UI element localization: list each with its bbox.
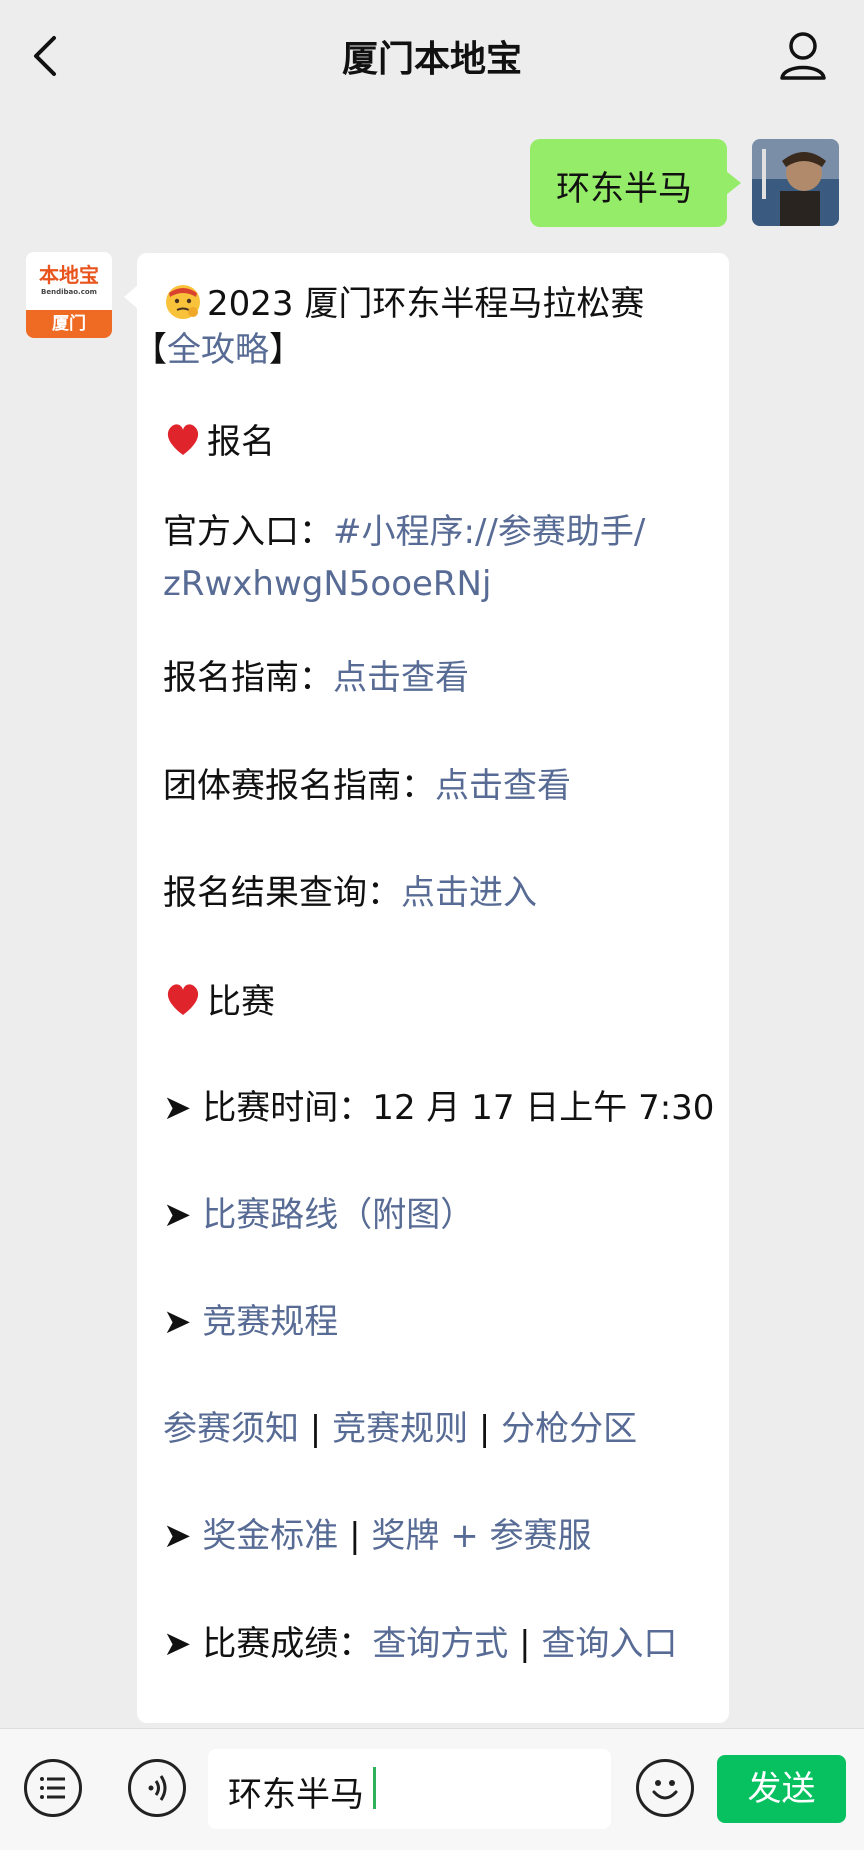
arrow-icon: ➤ bbox=[163, 1624, 192, 1664]
section-signup-title: 报名 bbox=[207, 422, 275, 462]
medal-link[interactable]: 奖牌 + 参赛服 bbox=[371, 1516, 591, 1556]
section-signup: 报名 bbox=[163, 419, 275, 463]
separator: | bbox=[338, 1516, 372, 1556]
full-guide-link[interactable]: 全攻略 bbox=[167, 330, 269, 370]
user-avatar-image bbox=[752, 139, 839, 226]
prize-line: ➤ 奖金标准 | 奖牌 + 参赛服 bbox=[163, 1515, 592, 1557]
bot-logo-text: 本地宝 bbox=[39, 263, 99, 287]
team-guide-label: 团体赛报名指南： bbox=[163, 766, 435, 806]
bot-message-bubble: 2023 厦门环东半程马拉松赛 【全攻略】 报名 官方入口：#小程序://参赛助… bbox=[137, 253, 729, 1723]
menu-list-button[interactable] bbox=[24, 1759, 82, 1817]
thinking-face-emoji-icon bbox=[166, 285, 200, 319]
guide-line: 报名指南：点击查看 bbox=[163, 657, 469, 699]
team-guide-link[interactable]: 点击查看 bbox=[435, 766, 571, 806]
message-input[interactable]: 环东半马 bbox=[208, 1749, 611, 1829]
bot-avatar[interactable]: 本地宝 Bendibao.com 厦门 bbox=[26, 252, 112, 338]
section-race: 比赛 bbox=[163, 979, 275, 1023]
rule2-link[interactable]: 竞赛规则 bbox=[332, 1409, 468, 1449]
bot-logo-city: 厦门 bbox=[26, 310, 112, 338]
prize-link[interactable]: 奖金标准 bbox=[202, 1516, 338, 1556]
arrow-icon: ➤ bbox=[163, 1195, 192, 1235]
score-line: ➤ 比赛成绩：查询方式 | 查询入口 bbox=[163, 1623, 677, 1665]
score-entry-link[interactable]: 查询入口 bbox=[541, 1624, 677, 1664]
heading-text: 2023 厦门环东半程马拉松赛 bbox=[207, 284, 645, 324]
entry-line-2: zRwxhwgN5ooeRNj bbox=[163, 563, 491, 605]
entry-link-part1[interactable]: #小程序://参赛助手/ bbox=[333, 512, 645, 552]
message-heading: 2023 厦门环东半程马拉松赛 bbox=[163, 281, 644, 325]
emoji-button[interactable] bbox=[636, 1759, 694, 1817]
race-time: 比赛时间：12 月 17 日上午 7:30 bbox=[202, 1088, 715, 1128]
bracket-close: 】 bbox=[269, 330, 303, 370]
section-race-title: 比赛 bbox=[207, 982, 275, 1022]
heart-emoji-icon bbox=[167, 424, 199, 455]
zone-link[interactable]: 分枪分区 bbox=[501, 1409, 637, 1449]
rules-line: ➤ 竞赛规程 bbox=[163, 1301, 338, 1343]
arrow-icon: ➤ bbox=[163, 1516, 192, 1556]
separator: | bbox=[299, 1409, 333, 1449]
user-avatar[interactable] bbox=[752, 139, 839, 226]
route-line: ➤ 比赛路线（附图） bbox=[163, 1194, 474, 1236]
result-link[interactable]: 点击进入 bbox=[401, 873, 537, 913]
user-message-bubble: 环东半马 bbox=[530, 139, 741, 227]
result-label: 报名结果查询： bbox=[163, 873, 401, 913]
voice-icon bbox=[148, 1775, 167, 1801]
guide-label: 报名指南： bbox=[163, 658, 333, 698]
nav-header: 厦门本地宝 bbox=[0, 0, 864, 112]
bot-bubble-tail bbox=[124, 285, 138, 309]
page-title: 厦门本地宝 bbox=[341, 39, 522, 80]
arrow-icon: ➤ bbox=[163, 1088, 192, 1128]
entry-link-part2[interactable]: zRwxhwgN5ooeRNj bbox=[163, 564, 491, 604]
message-input-value: 环东半马 bbox=[228, 1775, 364, 1815]
voice-button[interactable] bbox=[128, 1759, 186, 1817]
separator: | bbox=[508, 1624, 542, 1664]
notice-line: 参赛须知 | 竞赛规则 | 分枪分区 bbox=[163, 1408, 637, 1450]
score-method-link[interactable]: 查询方式 bbox=[372, 1624, 508, 1664]
score-label: 比赛成绩： bbox=[202, 1624, 373, 1664]
entry-line-1: 官方入口：#小程序://参赛助手/ bbox=[163, 511, 645, 553]
smiley-icon bbox=[652, 1780, 678, 1800]
notice-link[interactable]: 参赛须知 bbox=[163, 1409, 299, 1449]
arrow-icon: ➤ bbox=[163, 1302, 192, 1342]
rules-link[interactable]: 竞赛规程 bbox=[202, 1302, 338, 1342]
heading-link-line: 【全攻略】 bbox=[137, 329, 303, 371]
entry-label: 官方入口： bbox=[163, 512, 333, 552]
list-icon bbox=[40, 1777, 65, 1799]
person-icon[interactable] bbox=[778, 30, 828, 82]
user-message-text: 环东半马 bbox=[556, 169, 692, 209]
team-guide-line: 团体赛报名指南：点击查看 bbox=[163, 765, 571, 807]
bracket-open: 【 bbox=[137, 330, 167, 370]
input-bar: 环东半马 发送 bbox=[0, 1728, 864, 1850]
time-line: ➤ 比赛时间：12 月 17 日上午 7:30 bbox=[163, 1087, 714, 1129]
text-caret bbox=[373, 1767, 376, 1809]
guide-link[interactable]: 点击查看 bbox=[333, 658, 469, 698]
heart-emoji-icon bbox=[167, 984, 199, 1015]
send-button[interactable]: 发送 bbox=[717, 1755, 846, 1823]
bot-logo-domain: Bendibao.com bbox=[41, 288, 97, 296]
separator: | bbox=[468, 1409, 502, 1449]
route-link[interactable]: 比赛路线（附图） bbox=[202, 1195, 474, 1235]
result-line: 报名结果查询：点击进入 bbox=[163, 872, 537, 914]
